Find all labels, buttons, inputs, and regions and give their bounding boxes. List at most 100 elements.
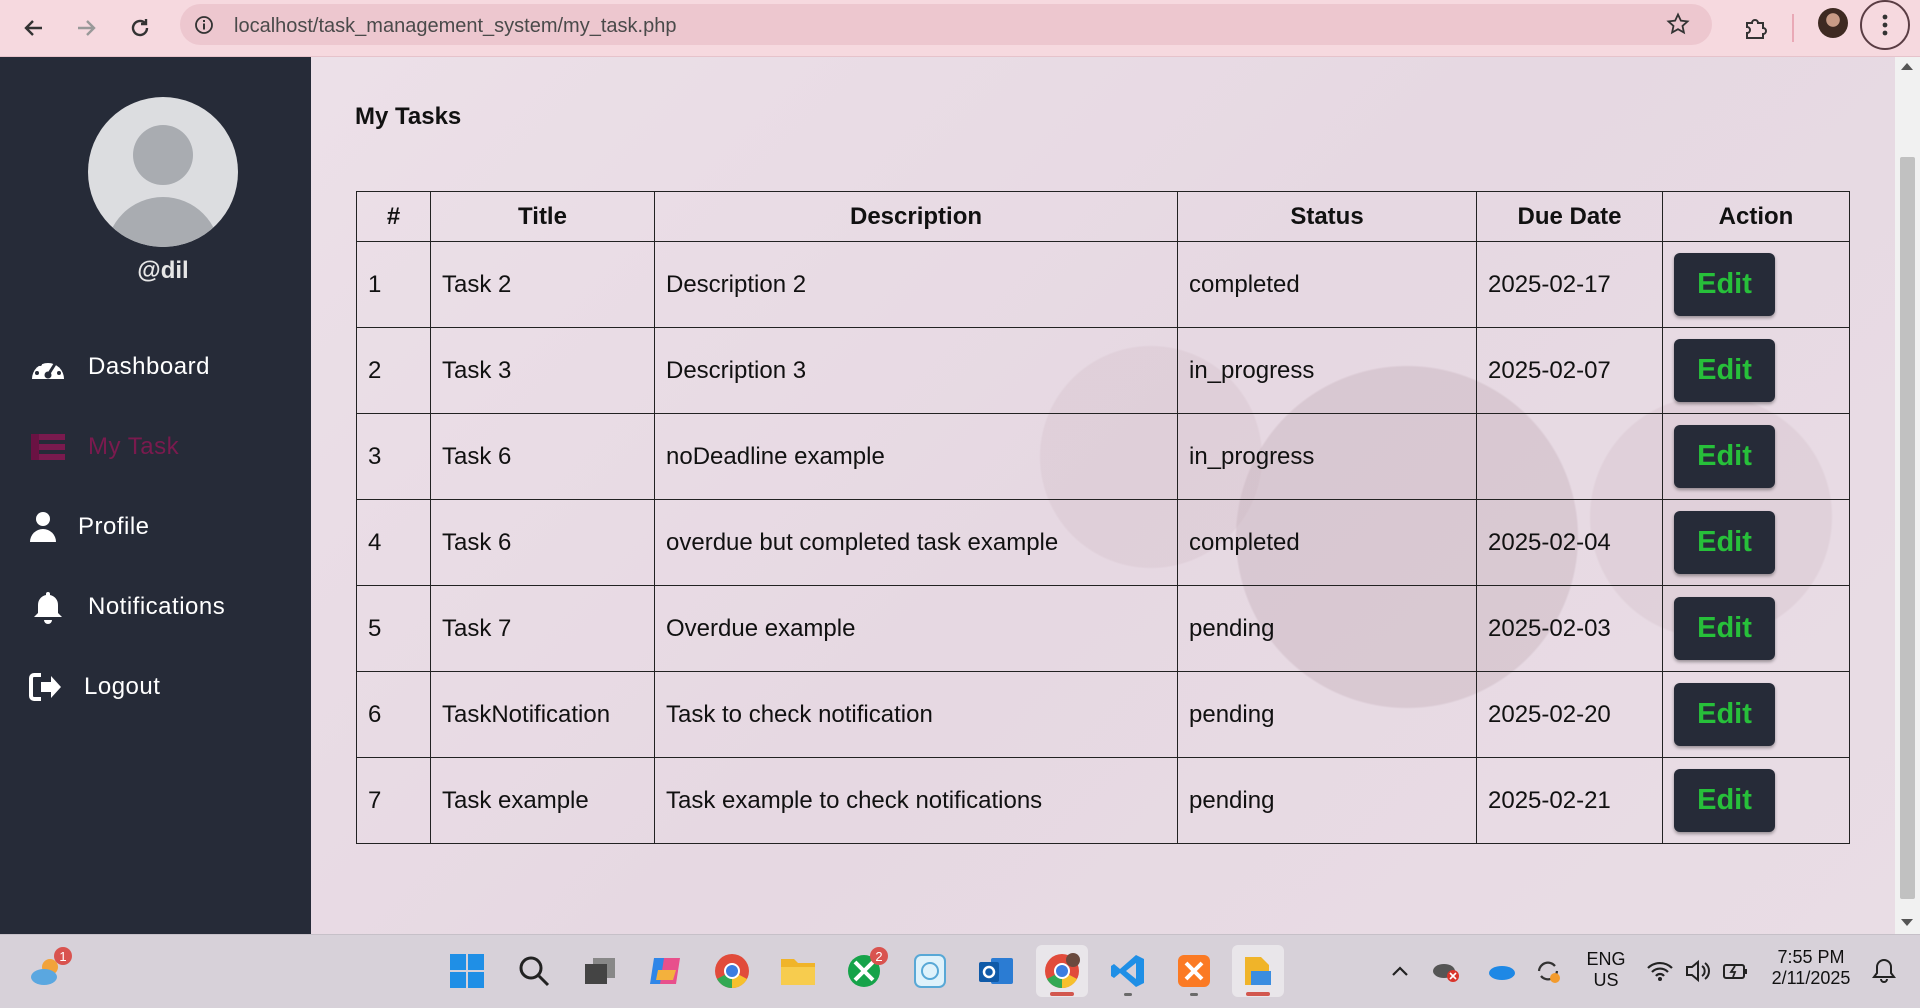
cell-description: Overdue example: [654, 585, 1178, 672]
outlook-app[interactable]: [970, 945, 1022, 997]
cell-status: pending: [1177, 585, 1477, 672]
cell-title: Task 2: [430, 241, 655, 328]
outlook-icon: [979, 958, 1013, 984]
cell-action: Edit: [1662, 671, 1850, 758]
cell-due-date: 2025-02-20: [1476, 671, 1663, 758]
table-row: 2 Task 3 Description 3 in_progress 2025-…: [356, 327, 1850, 414]
browser-profile-avatar[interactable]: [1818, 8, 1848, 38]
tray-volume[interactable]: [1678, 945, 1718, 997]
bookmark-star-icon[interactable]: [1666, 12, 1690, 41]
weather-widget[interactable]: 1: [22, 945, 74, 997]
column-header-number: #: [356, 191, 431, 242]
column-header-due-date: Due Date: [1476, 191, 1663, 242]
cell-status: pending: [1177, 671, 1477, 758]
cell-action: Edit: [1662, 241, 1850, 328]
document-folder-icon: [1245, 957, 1271, 985]
xampp-icon: [1178, 955, 1210, 987]
tray-sync[interactable]: [1528, 945, 1568, 997]
table-row: 7 Task example Task example to check not…: [356, 757, 1850, 844]
forward-button[interactable]: [66, 8, 106, 48]
language-indicator[interactable]: ENG US: [1580, 949, 1632, 991]
chrome-app[interactable]: [706, 945, 758, 997]
username: @dil: [137, 257, 189, 284]
scroll-down-arrow-icon[interactable]: [1901, 919, 1913, 926]
arrow-left-icon: [24, 20, 42, 36]
sidebar-item-label: My Task: [88, 433, 180, 460]
table-row: 1 Task 2 Description 2 completed 2025-02…: [356, 241, 1850, 328]
tray-battery[interactable]: [1716, 945, 1756, 997]
edit-button[interactable]: Edit: [1674, 683, 1775, 746]
page-title: My Tasks: [355, 103, 462, 130]
cell-action: Edit: [1662, 757, 1850, 844]
tasks-table: # Title Description Status Due Date Acti…: [356, 191, 1850, 844]
weather-badge: 1: [54, 947, 72, 965]
tray-onedrive[interactable]: [1482, 945, 1522, 997]
edit-button[interactable]: Edit: [1674, 597, 1775, 660]
vscode-app[interactable]: [1102, 945, 1154, 997]
edit-button[interactable]: Edit: [1674, 511, 1775, 574]
extensions-button[interactable]: [1735, 8, 1775, 48]
scroll-up-arrow-icon[interactable]: [1901, 63, 1913, 70]
file-explorer-app[interactable]: [772, 945, 824, 997]
dashboard-gauge-icon: [28, 349, 68, 385]
edit-button[interactable]: Edit: [1674, 339, 1775, 402]
cell-due-date: [1476, 413, 1663, 500]
folder-icon: [781, 959, 815, 985]
copilot-icon: [650, 958, 680, 984]
reload-button[interactable]: [120, 8, 160, 48]
edit-button[interactable]: Edit: [1674, 425, 1775, 488]
profile-avatar: [88, 97, 238, 247]
task-view-icon: [585, 958, 615, 984]
browser-menu-button[interactable]: [1860, 0, 1910, 50]
back-button[interactable]: [14, 8, 54, 48]
cell-description: noDeadline example: [654, 413, 1178, 500]
xampp-app[interactable]: [1168, 945, 1220, 997]
notification-bell-icon: [1872, 958, 1896, 983]
user-icon: [28, 509, 58, 545]
table-row: 3 Task 6 noDeadline example in_progress …: [356, 413, 1850, 500]
column-header-status: Status: [1177, 191, 1477, 242]
tray-cloud-error[interactable]: [1426, 945, 1466, 997]
reload-icon: [131, 19, 149, 37]
column-header-description: Description: [654, 191, 1178, 242]
task-view-button[interactable]: [574, 945, 626, 997]
sidebar-item-my-task[interactable]: My Task: [28, 427, 179, 467]
xbox-app[interactable]: 2: [838, 945, 890, 997]
copilot-app[interactable]: [640, 945, 692, 997]
clock[interactable]: 7:55 PM 2/11/2025: [1766, 947, 1856, 989]
sidebar-item-label: Logout: [84, 673, 161, 700]
start-button[interactable]: [441, 945, 493, 997]
photos-app[interactable]: [904, 945, 956, 997]
cell-description: overdue but completed task example: [654, 499, 1178, 586]
sidebar-item-notifications[interactable]: Notifications: [28, 587, 225, 627]
url-text[interactable]: localhost/task_management_system/my_task…: [234, 15, 676, 38]
cell-status: in_progress: [1177, 327, 1477, 414]
cell-title: Task 6: [430, 413, 655, 500]
cell-action: Edit: [1662, 413, 1850, 500]
clock-date: 2/11/2025: [1771, 968, 1851, 988]
cell-status: pending: [1177, 757, 1477, 844]
file-app-active[interactable]: [1232, 945, 1284, 997]
show-hidden-icons-button[interactable]: [1380, 945, 1420, 997]
table-row: 5 Task 7 Overdue example pending 2025-02…: [356, 585, 1850, 672]
page-scrollbar[interactable]: [1895, 57, 1920, 934]
site-info-icon[interactable]: [194, 15, 214, 40]
tray-wifi[interactable]: [1640, 945, 1680, 997]
sidebar-item-logout[interactable]: Logout: [28, 667, 160, 707]
tray-notification-center[interactable]: [1864, 945, 1904, 997]
onedrive-icon: [1489, 966, 1515, 980]
cell-number: 6: [356, 671, 431, 758]
sidebar-item-dashboard[interactable]: Dashboard: [28, 347, 210, 387]
cell-number: 1: [356, 241, 431, 328]
sidebar-item-label: Profile: [78, 513, 150, 540]
edit-button[interactable]: Edit: [1674, 253, 1775, 316]
sidebar-item-profile[interactable]: Profile: [28, 507, 150, 547]
address-bar[interactable]: localhost/task_management_system/my_task…: [180, 4, 1712, 45]
cell-due-date: 2025-02-21: [1476, 757, 1663, 844]
taskbar-search[interactable]: [508, 945, 560, 997]
chrome-profile-app[interactable]: [1036, 945, 1088, 997]
sidebar-item-label: Notifications: [88, 593, 226, 620]
scrollbar-thumb[interactable]: [1900, 157, 1915, 899]
sidebar-item-label: Dashboard: [88, 353, 210, 380]
edit-button[interactable]: Edit: [1674, 769, 1775, 832]
